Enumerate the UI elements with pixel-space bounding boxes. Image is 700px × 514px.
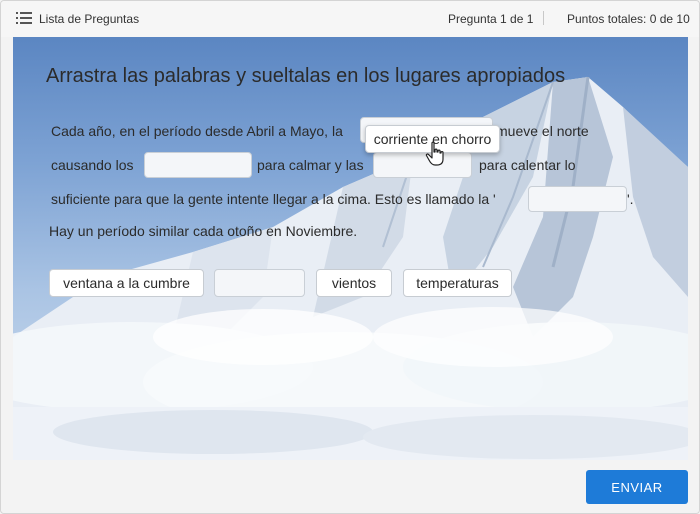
drop-slot-3[interactable] bbox=[373, 152, 472, 178]
footer: ENVIAR bbox=[1, 461, 699, 513]
list-icon[interactable] bbox=[16, 12, 32, 24]
sentence-text: Hay un período similar cada otoño en Nov… bbox=[49, 223, 358, 239]
word-chip[interactable]: vientos bbox=[316, 269, 392, 297]
question-counter: Pregunta 1 de 1 bbox=[448, 12, 534, 26]
quiz-window: Lista de Preguntas Pregunta 1 de 1 Punto… bbox=[0, 0, 700, 514]
word-chip[interactable]: ventana a la cumbre bbox=[49, 269, 204, 297]
question-title: Arrastra las palabras y sueltalas en los… bbox=[46, 65, 566, 87]
word-bank-empty-slot bbox=[214, 269, 305, 297]
question-area: Arrastra las palabras y sueltalas en los… bbox=[13, 37, 688, 460]
sentence-text: causando los bbox=[51, 157, 134, 173]
mountain-background-image bbox=[13, 76, 688, 460]
drop-slot-2[interactable] bbox=[144, 152, 252, 178]
divider bbox=[543, 11, 544, 25]
sentence-text: para calentar lo bbox=[479, 157, 576, 173]
sentence-text: Cada año, en el período desde Abril a Ma… bbox=[51, 123, 343, 139]
hand-cursor-icon bbox=[425, 141, 444, 166]
sentence-text: mueve el norte bbox=[496, 123, 589, 139]
drop-slot-4[interactable] bbox=[528, 186, 627, 212]
top-bar: Lista de Preguntas Pregunta 1 de 1 Punto… bbox=[1, 1, 699, 37]
total-score: Puntos totales: 0 de 10 bbox=[567, 12, 690, 26]
question-list-link[interactable]: Lista de Preguntas bbox=[39, 12, 139, 26]
submit-button[interactable]: ENVIAR bbox=[586, 470, 688, 504]
sentence-text: '. bbox=[627, 191, 634, 207]
sentence-text: suficiente para que la gente intente lle… bbox=[51, 191, 496, 207]
sentence-text: para calmar y las bbox=[257, 157, 364, 173]
word-chip[interactable]: temperaturas bbox=[403, 269, 512, 297]
